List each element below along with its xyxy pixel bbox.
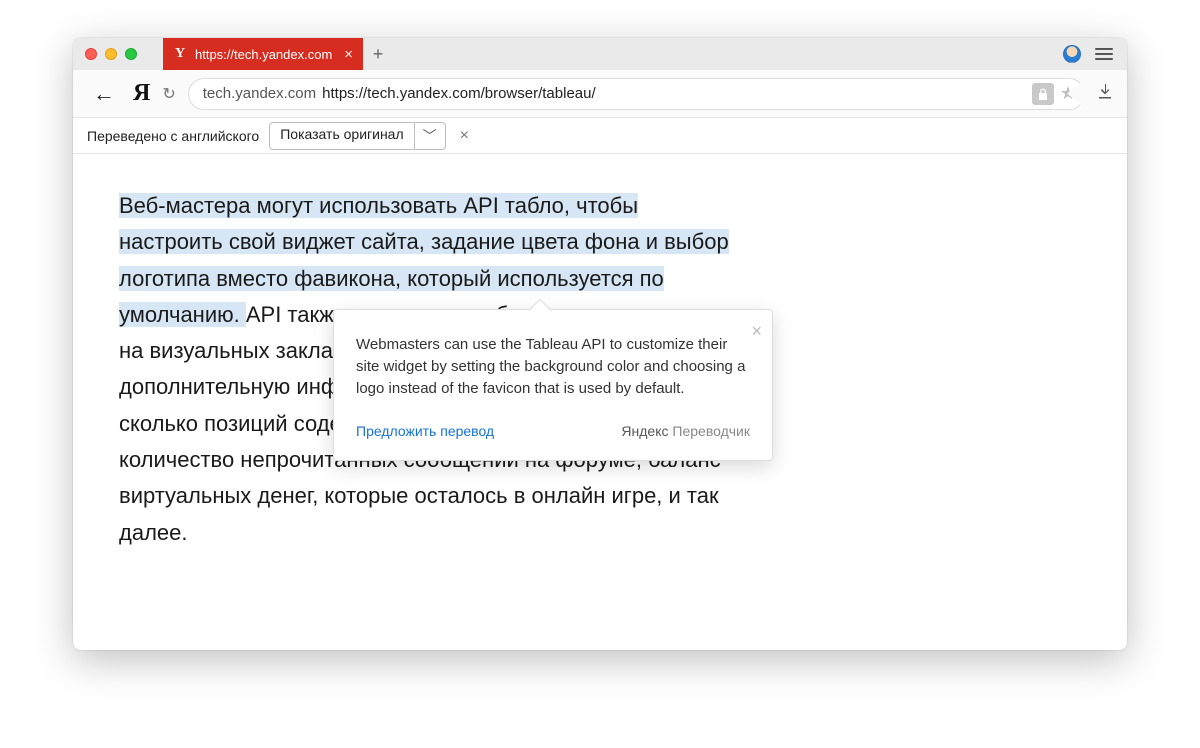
window-minimize-icon[interactable] [105,48,117,60]
tab-favicon: Y [173,47,187,61]
address-bar-row: ← Я ↻ tech.yandex.com https://tech.yande… [73,70,1127,118]
translation-popup: × Webmasters can use the Tableau API to … [333,309,773,461]
brand-yandex: Яндекс [621,423,668,439]
lock-icon[interactable] [1032,83,1054,105]
translation-status-label: Переведено с английского [87,128,259,144]
omnibox-host: tech.yandex.com [203,85,316,102]
show-original-button[interactable]: Показать оригинал ﹀ [269,122,445,150]
omnibox[interactable]: tech.yandex.com https://tech.yandex.com/… [188,78,1085,110]
tab-strip: Y https://tech.yandex.com × + [73,38,1127,70]
show-original-caret-icon[interactable]: ﹀ [414,123,445,149]
browser-tab[interactable]: Y https://tech.yandex.com × [163,38,363,70]
window-maximize-icon[interactable] [125,48,137,60]
profile-avatar-icon[interactable] [1063,45,1081,63]
reload-icon[interactable]: ↻ [162,84,175,104]
yandex-logo-icon[interactable]: Я [133,80,150,107]
show-original-label: Показать оригинал [270,123,413,149]
browser-window: Y https://tech.yandex.com × + ← Я ↻ tech… [73,38,1127,650]
window-controls [73,38,163,70]
menu-icon[interactable] [1095,45,1113,63]
translation-bar-close-icon[interactable]: × [456,127,473,145]
back-icon[interactable]: ← [87,81,121,107]
tabstrip-right [1063,38,1127,70]
suggest-translation-link[interactable]: Предложить перевод [356,421,494,441]
translator-brand: Яндекс Переводчик [621,421,750,441]
popup-footer: Предложить перевод Яндекс Переводчик [356,421,750,441]
brand-translator: Переводчик [669,423,750,439]
tab-close-icon[interactable]: × [344,47,353,62]
popup-close-icon[interactable]: × [751,318,762,344]
page-content: Веб-мастера могут использовать API табло… [73,154,1127,650]
window-close-icon[interactable] [85,48,97,60]
tab-title: https://tech.yandex.com [195,47,336,62]
new-tab-button[interactable]: + [363,38,393,70]
omnibox-url: https://tech.yandex.com/browser/tableau/ [322,85,1026,102]
translation-bar: Переведено с английского Показать оригин… [73,118,1127,154]
popup-translation-text: Webmasters can use the Tableau API to cu… [356,334,750,399]
downloads-icon[interactable] [1097,83,1113,104]
